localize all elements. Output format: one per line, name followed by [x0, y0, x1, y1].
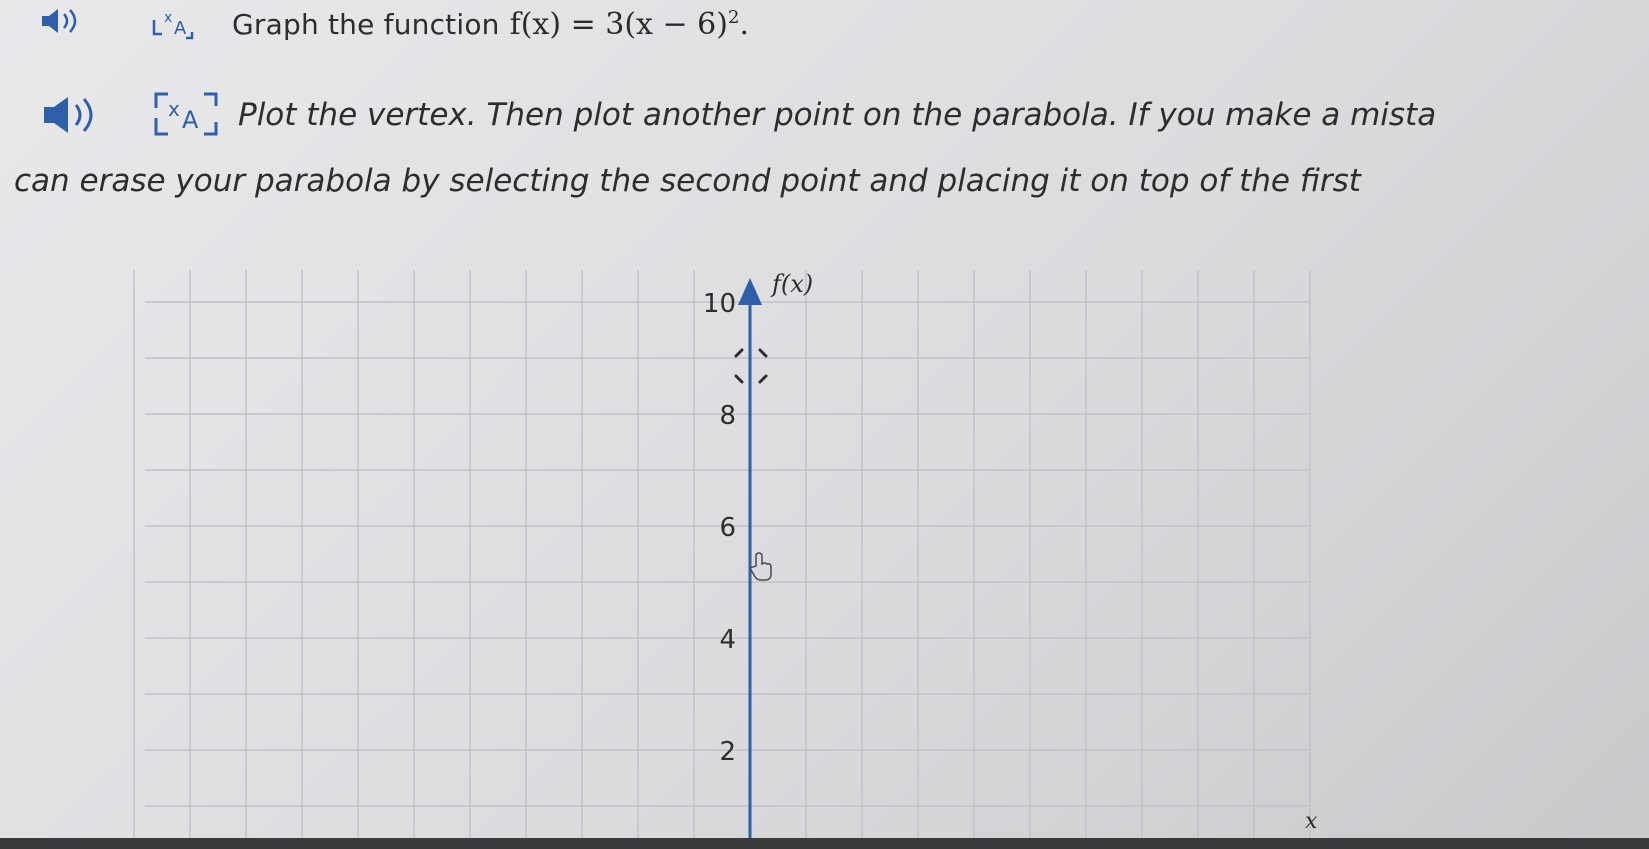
y-tick-label: 8	[719, 401, 736, 431]
y-tick-label: 6	[719, 513, 736, 543]
y-axis-arrow-icon	[738, 278, 762, 305]
graph-container: f(x) x 10 8 6 4 2	[0, 0, 1649, 849]
y-tick-label: 2	[719, 737, 736, 767]
hand-pointer-icon	[750, 552, 772, 581]
x-axis-label: x	[1305, 809, 1318, 834]
y-tick-labels: 10 8 6 4 2	[703, 289, 736, 767]
y-tick-label: 10	[703, 289, 736, 319]
y-axis-label: f(x)	[770, 270, 813, 298]
screen-bottom-edge	[0, 838, 1649, 849]
graph-canvas[interactable]: f(x) x 10 8 6 4 2	[0, 0, 1649, 849]
grid-horizontal-lines	[145, 301, 1310, 807]
y-tick-label: 4	[719, 625, 736, 655]
